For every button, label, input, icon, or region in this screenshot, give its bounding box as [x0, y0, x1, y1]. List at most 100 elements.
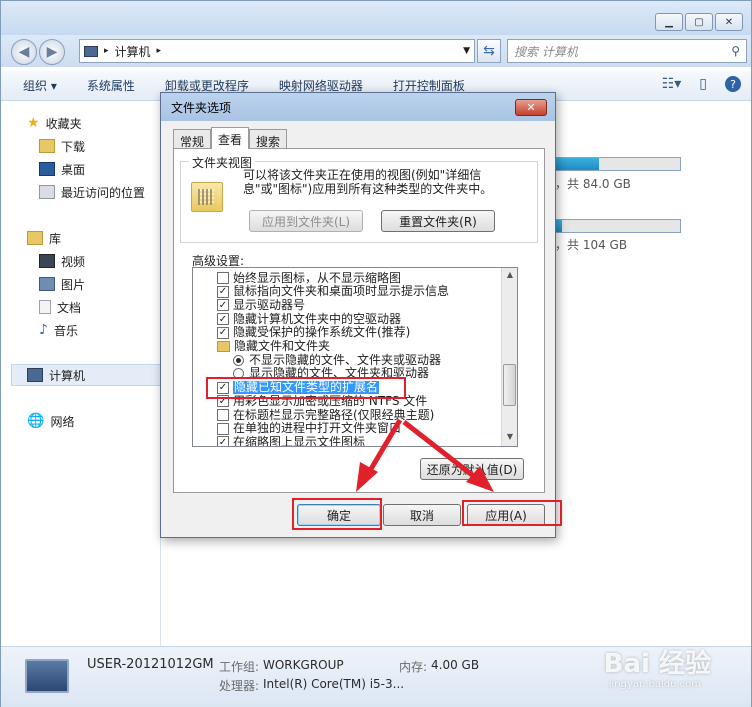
sidebar-item-desktop[interactable]: 桌面 [39, 159, 85, 179]
checkbox-checked[interactable]: ✓ [217, 381, 229, 394]
advanced-setting-row[interactable]: 显示隐藏的文件、文件夹和驱动器 [193, 367, 505, 381]
checkbox-checked[interactable]: ✓ [217, 299, 229, 312]
help-icon[interactable]: ? [725, 76, 741, 92]
advanced-setting-row[interactable]: ✓ 隐藏计算机文件夹中的空驱动器 [193, 312, 505, 326]
scroll-up-icon[interactable]: ▲ [504, 270, 516, 282]
scrollbar-thumb[interactable] [503, 364, 516, 406]
address-bar[interactable]: ▸ 计算机 ▸ ▼ [79, 39, 475, 63]
cpu-label: 处理器: [219, 679, 260, 693]
advanced-settings-scrollbar[interactable]: ▲ ▼ [501, 268, 517, 446]
tab-general[interactable]: 常规 [173, 129, 212, 149]
advanced-setting-row[interactable]: 始终显示图标，从不显示缩略图 [193, 271, 505, 285]
maximize-button[interactable]: ▢ [685, 13, 713, 31]
radio-unselected[interactable] [233, 368, 244, 380]
organize-menu[interactable]: 组织 ▾ [23, 77, 57, 94]
sidebar-item-label: 下载 [61, 139, 86, 154]
minimize-button[interactable]: ▁ [655, 13, 683, 31]
close-window-button[interactable]: ✕ [715, 13, 743, 31]
sidebar-item-pictures[interactable]: 图片 [39, 274, 85, 294]
reset-folders-button[interactable]: 重置文件夹(R) [381, 210, 495, 232]
breadcrumb-separator: ▸ [156, 46, 162, 56]
workgroup-label: 工作组: [219, 660, 260, 674]
sidebar-item-network[interactable]: 🌐 网络 [27, 411, 74, 431]
search-input[interactable]: 搜索 计算机 ⚲ [507, 39, 747, 63]
toolbar-right: ☷▾ ▯ ? [662, 76, 741, 92]
advanced-setting-row[interactable]: ✓ 隐藏已知文件类型的扩展名 [193, 381, 505, 395]
title-bar: ▁ ▢ ✕ [1, 1, 751, 35]
folder-options-dialog: 文件夹选项 ✕ 常规 查看 搜索 文件夹视图 可以将该文件夹正在使用的视图(例如… [160, 92, 556, 538]
scroll-down-icon[interactable]: ▼ [504, 432, 516, 444]
ok-button[interactable]: 确定 [297, 504, 381, 526]
advanced-setting-label: 显示隐藏的文件、文件夹和驱动器 [249, 366, 430, 381]
advanced-setting-row[interactable]: ✓ 显示驱动器号 [193, 298, 505, 312]
memory-label: 内存: [399, 660, 428, 674]
sidebar-item-label: 计算机 [49, 368, 86, 383]
radio-selected[interactable] [233, 354, 244, 366]
checkbox-checked[interactable]: ✓ [217, 285, 229, 298]
sidebar-item-videos[interactable]: 视频 [39, 251, 85, 271]
advanced-setting-label: 在单独的进程中打开文件夹窗口 [233, 421, 402, 436]
forward-icon[interactable]: ▶ [39, 39, 65, 65]
advanced-setting-label: 始终显示图标，从不显示缩略图 [233, 270, 402, 285]
computer-name: USER-20121012GM [87, 657, 214, 672]
tab-search[interactable]: 搜索 [249, 129, 288, 149]
tab-view[interactable]: 查看 [211, 127, 250, 149]
preview-pane-icon[interactable]: ▯ [699, 76, 707, 92]
apply-button[interactable]: 应用(A) [467, 504, 545, 526]
sidebar-item-downloads[interactable]: 下载 [39, 136, 85, 156]
advanced-setting-label: 显示驱动器号 [233, 297, 306, 312]
checkbox-unchecked[interactable] [217, 422, 229, 435]
advanced-setting-label: 在标题栏显示完整路径(仅限经典主题) [233, 407, 435, 422]
advanced-setting-row[interactable]: ✓ 隐藏受保护的操作系统文件(推荐) [193, 326, 505, 340]
restore-defaults-button[interactable]: 还原为默认值(D) [420, 458, 524, 480]
star-icon: ★ [27, 115, 40, 131]
cancel-button[interactable]: 取消 [383, 504, 461, 526]
picture-icon [39, 277, 55, 291]
refresh-icon[interactable]: ⇆ [477, 39, 501, 63]
system-properties-button[interactable]: 系统属性 [87, 77, 135, 94]
sidebar-item-favorites[interactable]: ★ 收藏夹 [27, 113, 82, 133]
workgroup-value: WORKGROUP [263, 658, 344, 672]
drive-usage-fill [556, 220, 563, 232]
advanced-setting-label: 隐藏计算机文件夹中的空驱动器 [233, 311, 402, 326]
sidebar-item-music[interactable]: ♪ 音乐 [39, 320, 78, 340]
advanced-setting-row[interactable]: 在标题栏显示完整路径(仅限经典主题) [193, 408, 505, 422]
checkbox-unchecked[interactable] [217, 409, 229, 421]
sidebar-item-computer[interactable]: 计算机 [27, 365, 85, 385]
advanced-setting-row[interactable]: 在单独的进程中打开文件夹窗口 [193, 422, 505, 436]
advanced-setting-row[interactable]: ✓ 用彩色显示加密或压缩的 NTFS 文件 [193, 394, 505, 408]
advanced-settings-list[interactable]: 始终显示图标，从不显示缩略图 ✓ 鼠标指向文件夹和桌面项时显示提示信息 ✓ 显示驱动器号… [192, 267, 518, 447]
checkbox-checked[interactable]: ✓ [217, 326, 229, 339]
cpu-value: Intel(R) Core(TM) i5-3... [263, 677, 405, 691]
folder-view-group: 文件夹视图 可以将该文件夹正在使用的视图(例如"详细信息"或"图标")应用到所有… [180, 154, 538, 243]
view-options-icon[interactable]: ☷▾ [662, 76, 682, 92]
folder-view-icon [191, 182, 223, 212]
sidebar-item-libraries[interactable]: 库 [27, 228, 61, 248]
checkbox-checked[interactable]: ✓ [217, 395, 229, 408]
sidebar-item-label: 文档 [57, 300, 82, 315]
breadcrumb-separator: ▸ [104, 46, 109, 56]
sidebar-item-label: 网络 [50, 414, 75, 429]
drive-usage-fill [556, 158, 600, 170]
sidebar-item-label: 桌面 [61, 162, 86, 177]
checkbox-checked[interactable]: ✓ [217, 436, 229, 446]
sidebar-item-recent[interactable]: 最近访问的位置 [39, 182, 145, 202]
sidebar-item-label: 图片 [61, 277, 86, 292]
navigation-bar: ◀ ▶ ▸ 计算机 ▸ ▼ ⇆ 搜索 计算机 ⚲ [1, 35, 751, 67]
checkbox-checked[interactable]: ✓ [217, 313, 229, 326]
checkbox-unchecked[interactable] [217, 272, 229, 284]
chevron-down-icon[interactable]: ▼ [463, 46, 470, 56]
breadcrumb-computer[interactable]: 计算机 [115, 43, 151, 60]
close-icon[interactable]: ✕ [515, 99, 547, 116]
video-icon [39, 254, 55, 268]
back-icon[interactable]: ◀ [11, 39, 37, 65]
advanced-setting-row[interactable]: ✓ 在缩略图上显示文件图标 [193, 434, 505, 447]
memory-value: 4.00 GB [431, 658, 480, 672]
apply-to-folders-button[interactable]: 应用到文件夹(L) [249, 210, 363, 232]
advanced-setting-row[interactable]: ✓ 鼠标指向文件夹和桌面项时显示提示信息 [193, 285, 505, 299]
advanced-setting-label: 在缩略图上显示文件图标 [233, 434, 366, 447]
advanced-setting-row[interactable]: 隐藏文件和文件夹 [193, 340, 505, 354]
sidebar-item-documents[interactable]: 文档 [39, 297, 81, 317]
drive-d-usage-bar [555, 219, 681, 233]
music-icon: ♪ [39, 322, 48, 338]
